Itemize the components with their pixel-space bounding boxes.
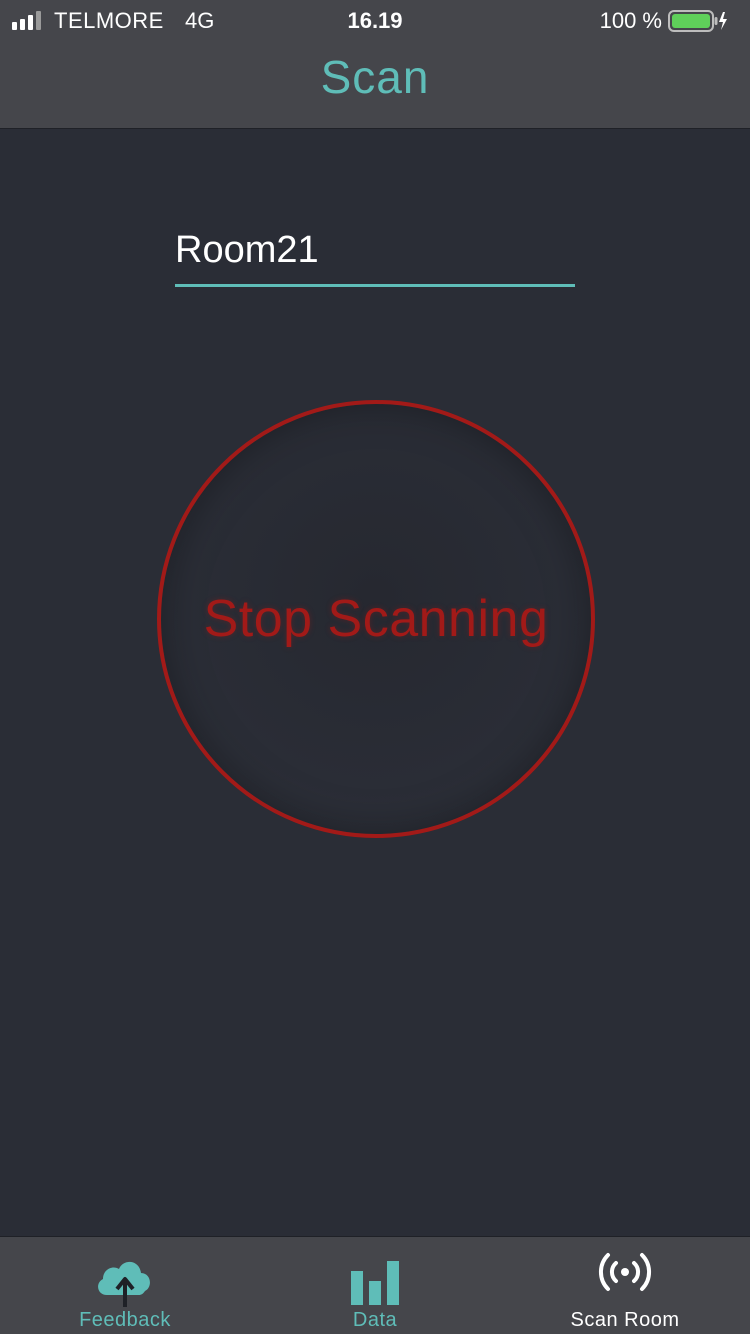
tab-feedback[interactable]: Feedback	[0, 1237, 250, 1334]
battery-percent: 100 %	[599, 8, 662, 33]
stop-scanning-label: Stop Scanning	[203, 590, 549, 648]
room-name-input[interactable]	[175, 222, 575, 278]
stop-scanning-button[interactable]: Stop Scanning	[157, 400, 595, 838]
tab-scan-room-label: Scan Room	[570, 1309, 680, 1331]
tab-data[interactable]: Data	[250, 1237, 500, 1334]
room-name-field[interactable]	[175, 222, 575, 287]
cloud-upload-icon	[98, 1261, 150, 1307]
bar-chart-icon	[351, 1261, 399, 1305]
scan-screen: TELMORE 4G 16.19 100 % Scan Stop Scannin…	[0, 0, 750, 1334]
page-title: Scan	[320, 51, 430, 103]
status-bar: TELMORE 4G 16.19 100 %	[0, 0, 750, 40]
tab-feedback-label: Feedback	[79, 1309, 171, 1331]
broadcast-icon	[598, 1253, 652, 1291]
battery-charging-icon	[668, 10, 727, 32]
tab-data-label: Data	[352, 1309, 398, 1331]
header: TELMORE 4G 16.19 100 % Scan	[0, 0, 750, 129]
tab-scan-room[interactable]: Scan Room	[500, 1237, 750, 1334]
tab-bar: Feedback Data Scan Room	[0, 1236, 750, 1334]
